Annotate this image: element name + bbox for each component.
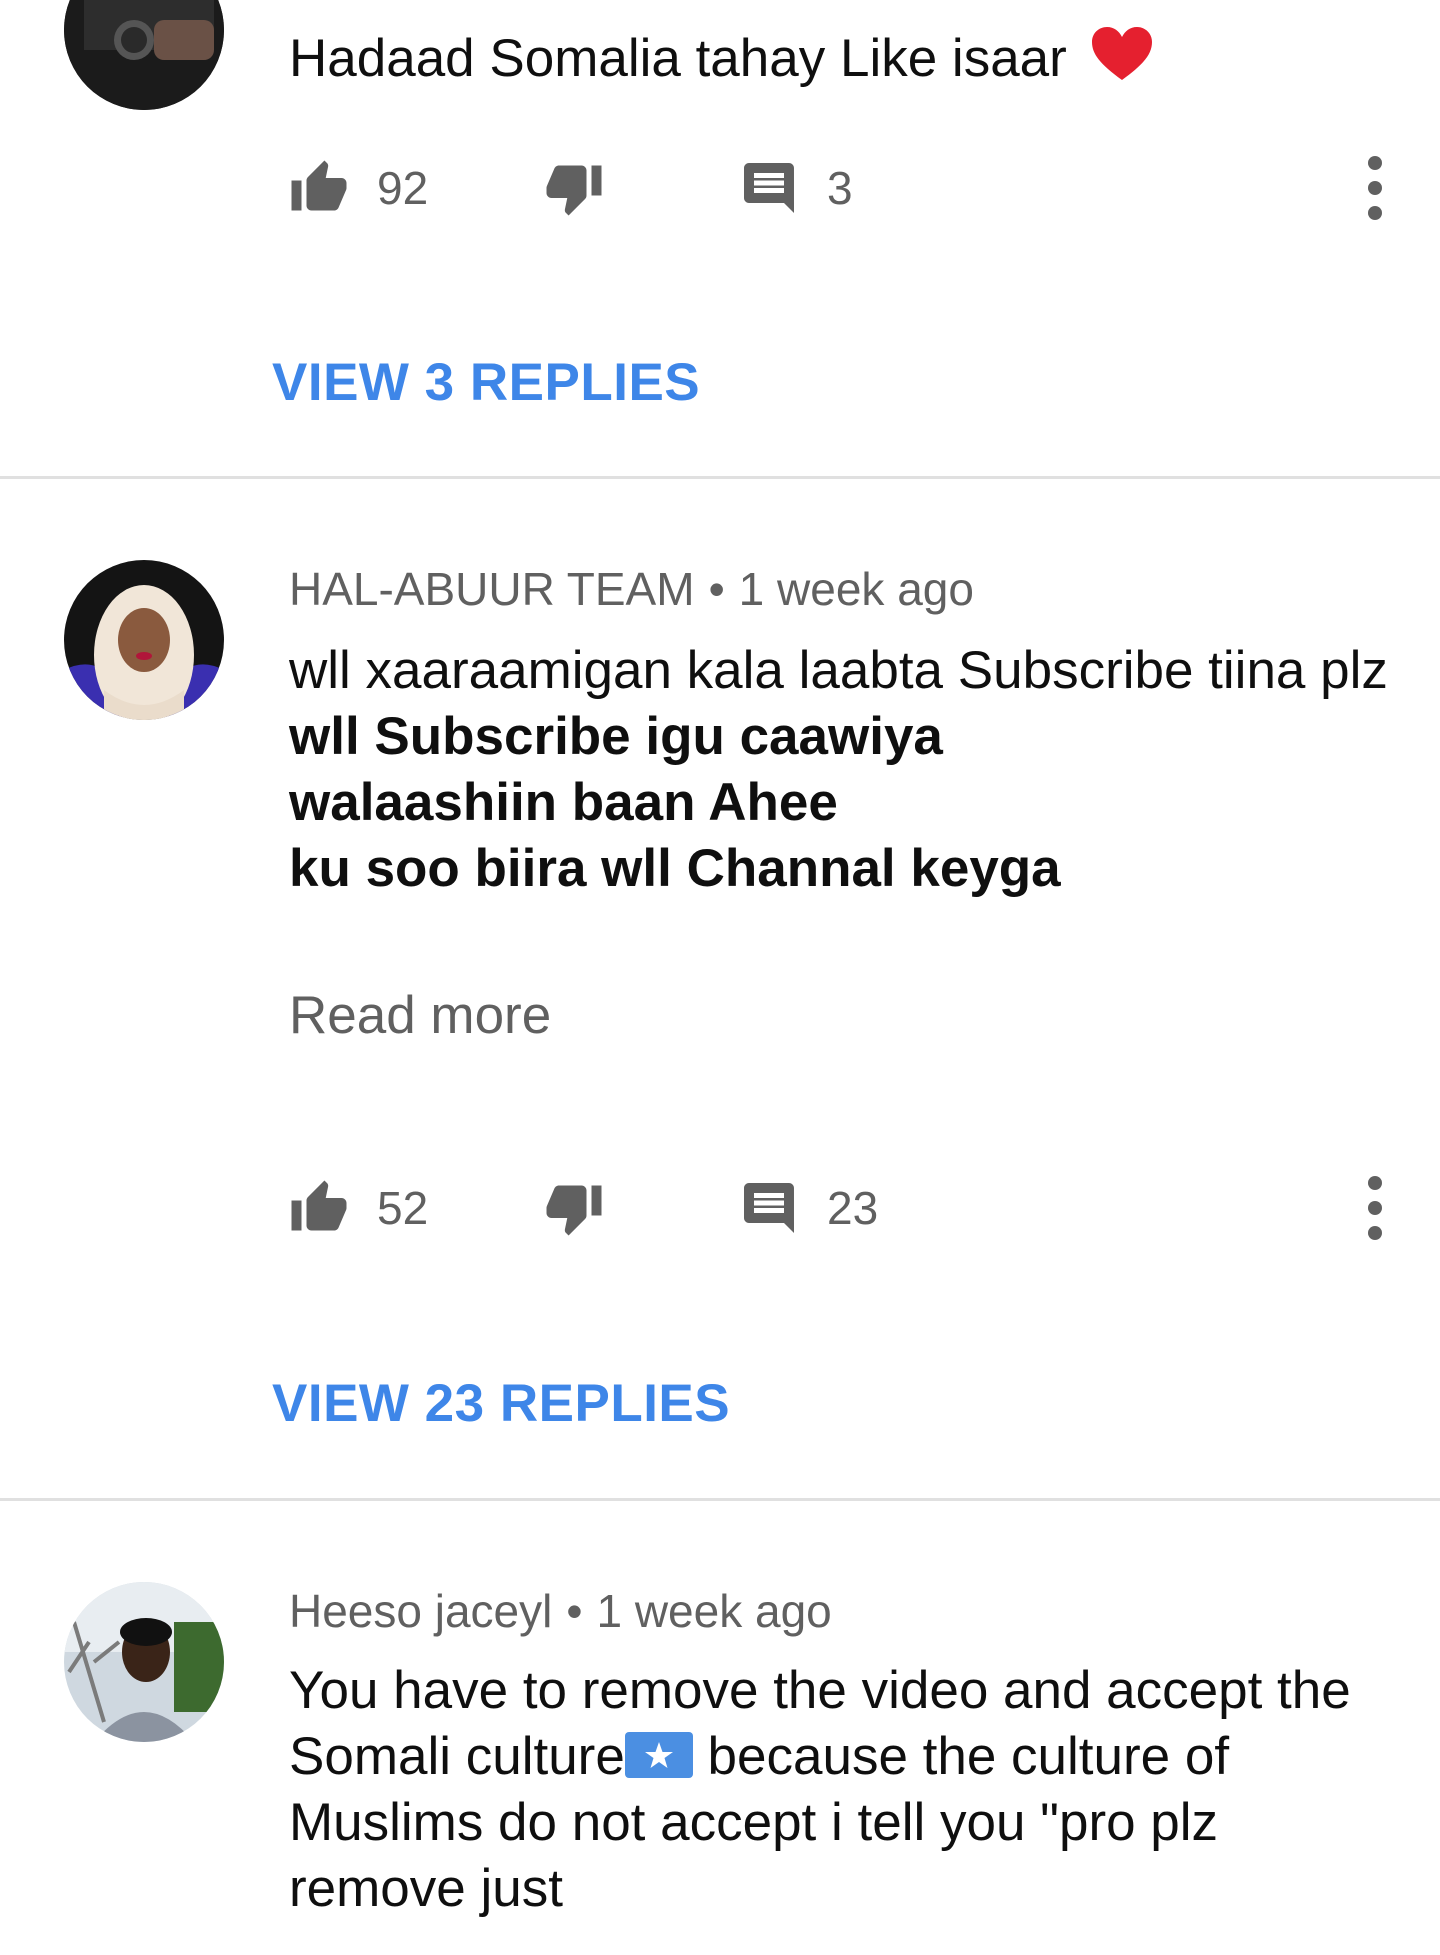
reply-count: 23	[827, 1182, 879, 1234]
view-replies-link[interactable]: VIEW 23 REPLIES	[272, 1373, 730, 1434]
read-more-link[interactable]: Read more	[289, 985, 551, 1046]
dot	[1368, 1176, 1382, 1190]
comment-bold-line: ku soo biira wll Channal keyga	[289, 839, 1061, 898]
dot	[1368, 1201, 1382, 1215]
heart-icon	[1090, 26, 1154, 82]
comment-meta: Heeso jaceyl • 1 week ago	[289, 1584, 832, 1638]
like-count: 52	[377, 1182, 429, 1234]
reply-count: 3	[827, 162, 853, 214]
separator: •	[708, 563, 725, 615]
dot	[1368, 181, 1382, 195]
avatar-image	[64, 0, 224, 110]
dot	[1368, 156, 1382, 170]
somalia-flag-icon	[624, 1732, 693, 1778]
more-options-button[interactable]	[1351, 1176, 1399, 1240]
like-icon[interactable]	[289, 1178, 349, 1238]
dot	[1368, 1226, 1382, 1240]
reply-icon[interactable]	[739, 158, 799, 218]
like-icon[interactable]	[289, 158, 349, 218]
comment-text-content: wll xaaraamigan kala laabta Subscribe ti…	[289, 641, 1388, 700]
avatar[interactable]	[64, 1582, 224, 1742]
author-name[interactable]: HAL-ABUUR TEAM	[289, 563, 695, 615]
avatar[interactable]	[64, 0, 224, 110]
avatar-image	[64, 1582, 224, 1742]
view-replies-link[interactable]: VIEW 3 REPLIES	[272, 352, 700, 413]
timestamp: 1 week ago	[596, 1585, 832, 1637]
comment-text: wll xaaraamigan kala laabta Subscribe ti…	[289, 638, 1399, 902]
avatar[interactable]	[64, 560, 224, 720]
divider	[0, 476, 1440, 479]
divider	[0, 1498, 1440, 1501]
dislike-icon[interactable]	[544, 1178, 604, 1238]
reply-icon[interactable]	[739, 1178, 799, 1238]
separator: •	[566, 1585, 583, 1637]
timestamp: 1 week ago	[738, 563, 974, 615]
author-name[interactable]: Heeso jaceyl	[289, 1585, 552, 1637]
comment-bold-line: walaashiin baan Ahee	[289, 773, 838, 832]
comment-bold-line: wll Subscribe igu caawiya	[289, 707, 943, 766]
dislike-icon[interactable]	[544, 158, 604, 218]
like-count: 92	[377, 162, 429, 214]
comment-actions: 52 23	[289, 1168, 1399, 1248]
more-options-button[interactable]	[1351, 156, 1399, 220]
comment-text: Hadaad Somalia tahay Like isaar	[289, 26, 1399, 92]
avatar-image	[64, 560, 224, 720]
comment-actions: 92 3	[289, 148, 1399, 228]
dot	[1368, 206, 1382, 220]
comment-text-content: Hadaad Somalia tahay Like isaar	[289, 29, 1067, 88]
comment-text: You have to remove the video and accept …	[289, 1658, 1399, 1922]
comment-meta: HAL-ABUUR TEAM • 1 week ago	[289, 562, 974, 616]
